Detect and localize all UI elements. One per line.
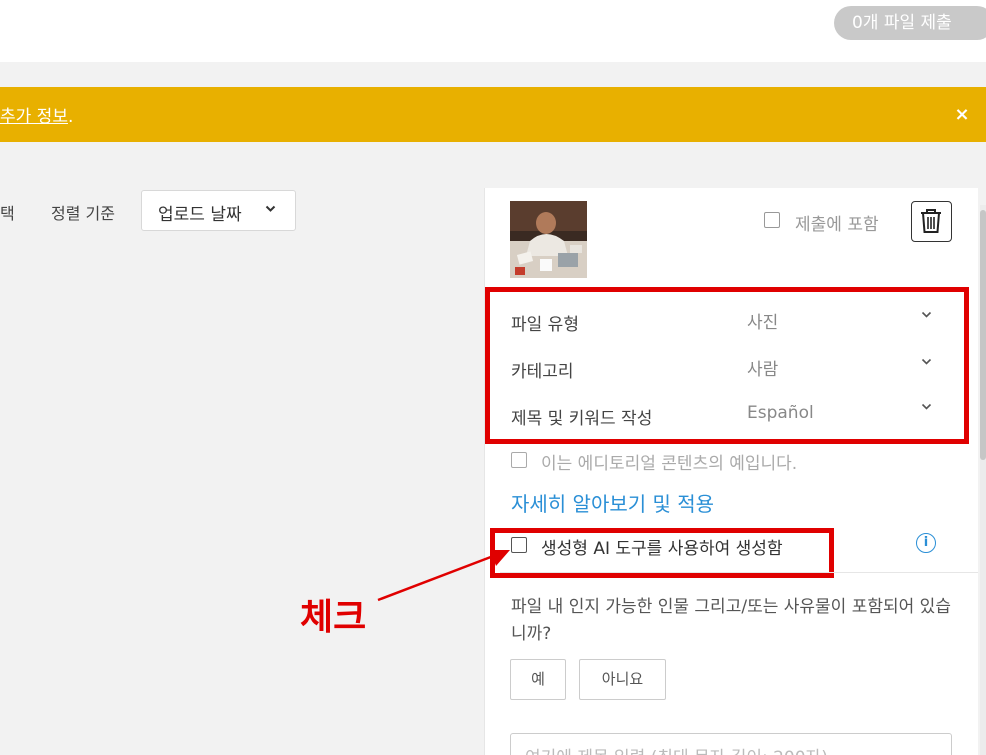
banner-period: .	[67, 107, 74, 127]
sort-select[interactable]: 업로드 날짜	[141, 190, 296, 231]
divider	[500, 572, 978, 573]
info-banner: 추가 정보.	[0, 87, 986, 142]
sort-label: 정렬 기준	[51, 204, 115, 223]
sort-value: 업로드 날짜	[158, 205, 242, 225]
trash-icon	[912, 209, 950, 244]
banner-more-info-link[interactable]: 추가 정보	[0, 107, 68, 127]
file-thumbnail[interactable]	[510, 201, 587, 278]
highlight-box	[490, 528, 834, 578]
chevron-down-icon	[265, 202, 276, 216]
yes-button[interactable]: 예	[510, 659, 566, 700]
editorial-label[interactable]: 이는 에디토리얼 콘텐츠의 예입니다.	[541, 449, 797, 474]
submit-files-button[interactable]: 0개 파일 제출	[834, 6, 986, 40]
include-in-submission-checkbox[interactable]	[764, 212, 780, 228]
title-input-placeholder: 여기에 제목 입력 (최대 문자 길이: 200자)	[525, 743, 828, 755]
title-input[interactable]: 여기에 제목 입력 (최대 문자 길이: 200자)	[510, 733, 952, 755]
delete-button[interactable]	[911, 201, 952, 242]
scrollbar-thumb[interactable]	[980, 210, 986, 460]
learn-more-link[interactable]: 자세히 알아보기 및 적용	[511, 488, 714, 517]
banner-close-icon[interactable]: ×	[952, 103, 972, 127]
editorial-checkbox[interactable]	[511, 452, 527, 468]
info-icon[interactable]: i	[916, 533, 936, 553]
highlight-box	[485, 287, 969, 444]
banner-text: 추가 정보.	[0, 102, 73, 127]
select-label-fragment[interactable]: 택	[0, 200, 15, 224]
no-button[interactable]: 아니요	[579, 659, 666, 700]
annotation-label: 체크	[300, 597, 367, 638]
include-in-submission-label[interactable]: 제출에 포함	[795, 210, 879, 235]
recognizable-content-question: 파일 내 인지 가능한 인물 그리고/또는 사유물이 포함되어 있습니까?	[511, 597, 951, 644]
